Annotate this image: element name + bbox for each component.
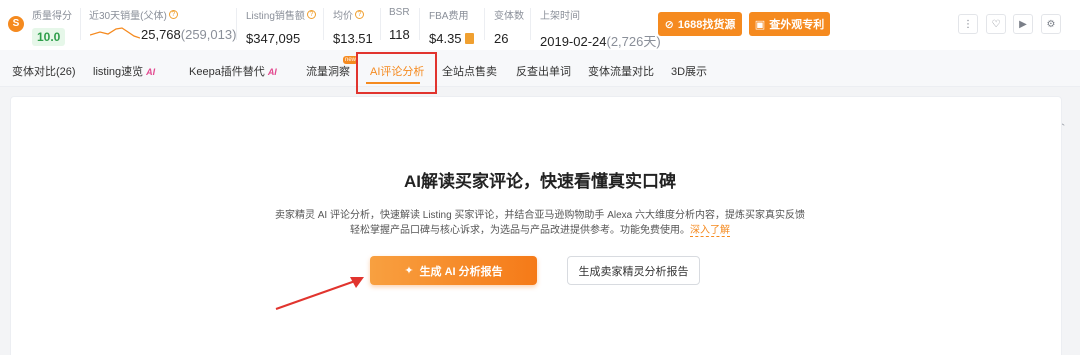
highlight-box (356, 52, 437, 94)
more-icon[interactable]: ⋮ (958, 14, 978, 34)
tab-variant-traffic[interactable]: 变体流量对比 (588, 63, 654, 79)
stat-label: 质量得分 (32, 11, 72, 22)
divider (484, 8, 485, 40)
ai-badge: AI (267, 67, 277, 77)
sparkle-icon: ✦ (404, 265, 414, 277)
stat-label: 上架时间 (540, 11, 580, 22)
stat-price: 均价? $13.51 (333, 7, 373, 46)
stat-label: BSR (389, 7, 410, 18)
stat-value: 26 (494, 31, 509, 46)
stat-value: 2019-02-24 (540, 34, 607, 49)
learn-more-link[interactable]: 深入了解 (690, 225, 730, 237)
tab-listing-overview[interactable]: listing速览 AI (93, 63, 155, 79)
stat-sub-value: (2,726天) (606, 34, 661, 49)
stat-sub-value: (259,013) (180, 27, 237, 42)
stat-label: FBA费用 (429, 11, 469, 22)
tab-bar: 变体对比(26) listing速览 AI Keepa插件替代 AI 流量洞察 AI… (0, 50, 1080, 128)
stat-label: 均价 (333, 11, 353, 22)
panel-description-line1: 卖家精灵 AI 评论分析，快速解读 Listing 买家评论，并结合亚马逊购物助… (274, 210, 806, 221)
calculator-icon[interactable] (464, 33, 474, 44)
stat-value: 118 (389, 27, 410, 42)
tab-global-sales[interactable]: 全站点售卖 (442, 63, 497, 79)
sales-trend-sparkline (90, 27, 140, 39)
generate-ai-report-button[interactable]: ✦ 生成 AI 分析报告 (370, 256, 537, 285)
help-icon[interactable]: ? (355, 10, 364, 19)
stat-value: 25,768 (141, 27, 181, 42)
stat-bsr: BSR 118 (389, 7, 410, 42)
tab-reverse-keywords[interactable]: 反查出单词 (516, 63, 571, 79)
find-source-1688-button[interactable]: ⊘ 1688找货源 (658, 12, 742, 36)
divider (323, 8, 324, 40)
stat-value: $13.51 (333, 31, 373, 46)
divider (80, 8, 81, 40)
check-patent-button[interactable]: ▣ 查外观专利 (749, 12, 830, 36)
settings-icon[interactable]: ⚙ (1041, 14, 1061, 34)
tab-keepa-replacement[interactable]: Keepa插件替代 AI (189, 63, 277, 79)
document-icon: ▣ (754, 18, 766, 31)
panel-description-line2: 轻松掌握产品口碑与核心诉求，为选品与产品改进提供参考。功能免费使用。深入了解 (350, 225, 730, 237)
stat-label: Listing销售额 (246, 11, 305, 22)
help-icon[interactable]: ? (306, 10, 316, 19)
ai-badge: AI (146, 67, 156, 77)
tab-variant-compare[interactable]: 变体对比(26) (12, 63, 76, 79)
stat-value: $347,095 (246, 31, 301, 46)
divider (380, 8, 381, 40)
stats-bar: S 质量得分 10.0 近30天销量(父体)? . 25,768(259,013… (0, 0, 1080, 50)
panel-headline: AI解读买家评论，快速看懂真实口碑 (404, 172, 676, 191)
play-icon[interactable]: ▶ (1013, 14, 1033, 34)
stat-listed: 上架时间 2019-02-24(2,726天) (540, 7, 661, 50)
tab-traffic-insight[interactable]: 流量洞察 (306, 63, 350, 79)
stat-quality: 质量得分 10.0 (32, 7, 72, 46)
quality-score-badge: 10.0 (32, 28, 66, 46)
divider (530, 8, 531, 40)
red-arrow-annotation (275, 277, 364, 310)
brand-logo-icon: S (8, 16, 24, 32)
link-icon: ⊘ (664, 18, 674, 31)
divider (419, 8, 420, 40)
stat-revenue: Listing销售额? $347,095 (246, 7, 316, 46)
stat-fba: FBA费用 $4.35 (429, 7, 474, 46)
generate-seller-report-button[interactable]: 生成卖家精灵分析报告 (567, 256, 700, 285)
stat-value: $4.35 (429, 31, 462, 46)
heart-icon[interactable]: ♡ (986, 14, 1006, 34)
stat-label: 变体数 (494, 11, 524, 22)
stat-variants: 变体数 26 (494, 7, 524, 46)
divider (236, 8, 237, 40)
tab-3d-view[interactable]: 3D展示 (671, 63, 707, 79)
